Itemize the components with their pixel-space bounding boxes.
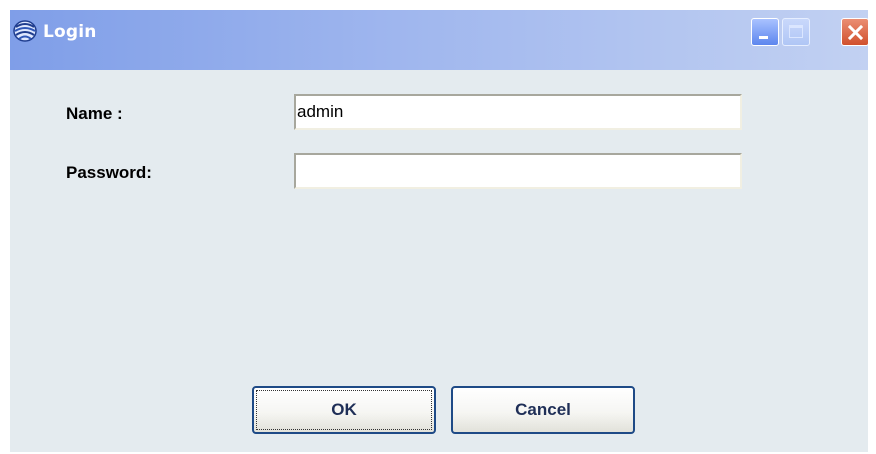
- spiral-app-icon: [13, 20, 37, 42]
- focus-rectangle: [256, 390, 432, 430]
- ok-button[interactable]: OK: [252, 386, 436, 434]
- cancel-button-label: Cancel: [515, 400, 571, 419]
- password-input[interactable]: [294, 153, 742, 189]
- cancel-button[interactable]: Cancel: [451, 386, 635, 434]
- close-button[interactable]: [811, 18, 869, 46]
- maximize-icon: [789, 25, 803, 38]
- name-label: Name :: [66, 104, 123, 123]
- window-title: Login: [43, 22, 97, 42]
- minimize-button[interactable]: [751, 18, 779, 46]
- title-bar[interactable]: Login: [10, 10, 869, 70]
- login-dialog: Login Name : Password: OK Cancel: [10, 10, 869, 452]
- minimize-icon: [759, 36, 768, 39]
- name-input[interactable]: [294, 94, 742, 130]
- close-icon: [847, 24, 864, 41]
- password-label: Password:: [66, 163, 152, 182]
- close-button-face[interactable]: [841, 18, 869, 46]
- maximize-button[interactable]: [782, 18, 810, 46]
